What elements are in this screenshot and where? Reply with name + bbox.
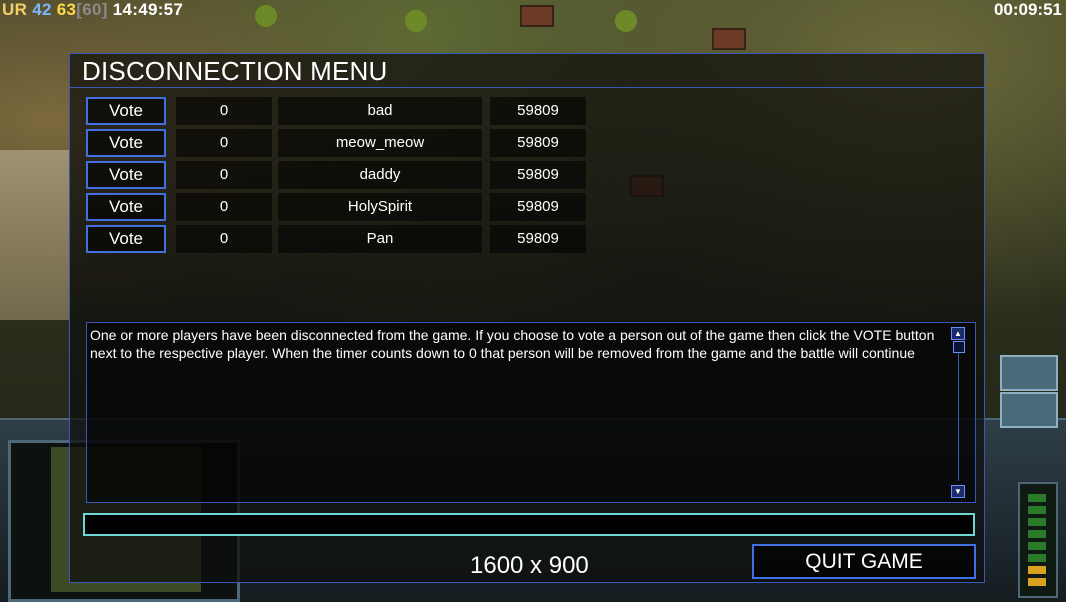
hud-stats: UR 42 63[60] 14:49:57 [2, 0, 183, 20]
power-meter [1018, 482, 1058, 598]
tree [255, 5, 277, 27]
player-name: meow_meow [278, 129, 482, 157]
power-segment [1028, 578, 1046, 586]
vote-count: 0 [176, 225, 272, 253]
power-segment [1028, 542, 1046, 550]
satellite-icon[interactable] [1000, 392, 1058, 428]
power-segment [1028, 530, 1046, 538]
player-name: Pan [278, 225, 482, 253]
vote-button[interactable]: Vote [86, 193, 166, 221]
scroll-thumb[interactable] [953, 341, 965, 353]
scroll-down-icon[interactable]: ▼ [951, 485, 965, 498]
quit-game-button[interactable]: QUIT GAME [752, 544, 976, 579]
radar-icon[interactable] [1000, 355, 1058, 391]
vote-count: 0 [176, 193, 272, 221]
tank-unit [712, 28, 746, 50]
power-segment [1028, 494, 1046, 502]
scroll-track[interactable] [958, 353, 959, 481]
system-clock: 14:49:57 [112, 0, 184, 19]
hud-stat-a: 42 [32, 0, 52, 19]
hud-stat-b: 63 [56, 0, 77, 19]
message-box[interactable]: One or more players have been disconnect… [86, 322, 976, 503]
tank-unit [520, 5, 554, 27]
enemy-base-structure [0, 150, 70, 320]
disconnection-menu: DISCONNECTION MENU Vote 0 bad 59809 Vote… [69, 53, 985, 583]
power-segment [1028, 518, 1046, 526]
scroll-up-icon[interactable]: ▲ [951, 327, 965, 340]
faction-label: UR [2, 0, 28, 19]
disconnect-message: One or more players have been disconnect… [90, 327, 935, 361]
vote-button[interactable]: Vote [86, 225, 166, 253]
player-timer: 59809 [490, 193, 586, 221]
vote-button[interactable]: Vote [86, 161, 166, 189]
vote-button[interactable]: Vote [86, 97, 166, 125]
power-segment [1028, 554, 1046, 562]
menu-title: DISCONNECTION MENU [82, 56, 388, 86]
tree [615, 10, 637, 32]
title-divider [70, 87, 984, 88]
vote-count: 0 [176, 97, 272, 125]
chat-input[interactable] [83, 513, 975, 536]
vote-button[interactable]: Vote [86, 129, 166, 157]
player-timer: 59809 [490, 161, 586, 189]
vote-count: 0 [176, 129, 272, 157]
player-timer: 59809 [490, 129, 586, 157]
vote-count: 0 [176, 161, 272, 189]
power-segment [1028, 566, 1046, 574]
player-name: HolySpirit [278, 193, 482, 221]
hud-stat-c: [60] [76, 0, 108, 19]
tree [405, 10, 427, 32]
resolution-label: 1600 x 900 [470, 552, 589, 579]
player-timer: 59809 [490, 97, 586, 125]
game-timer: 00:09:51 [993, 0, 1062, 19]
player-name: daddy [278, 161, 482, 189]
power-segment [1028, 506, 1046, 514]
player-name: bad [278, 97, 482, 125]
player-timer: 59809 [490, 225, 586, 253]
